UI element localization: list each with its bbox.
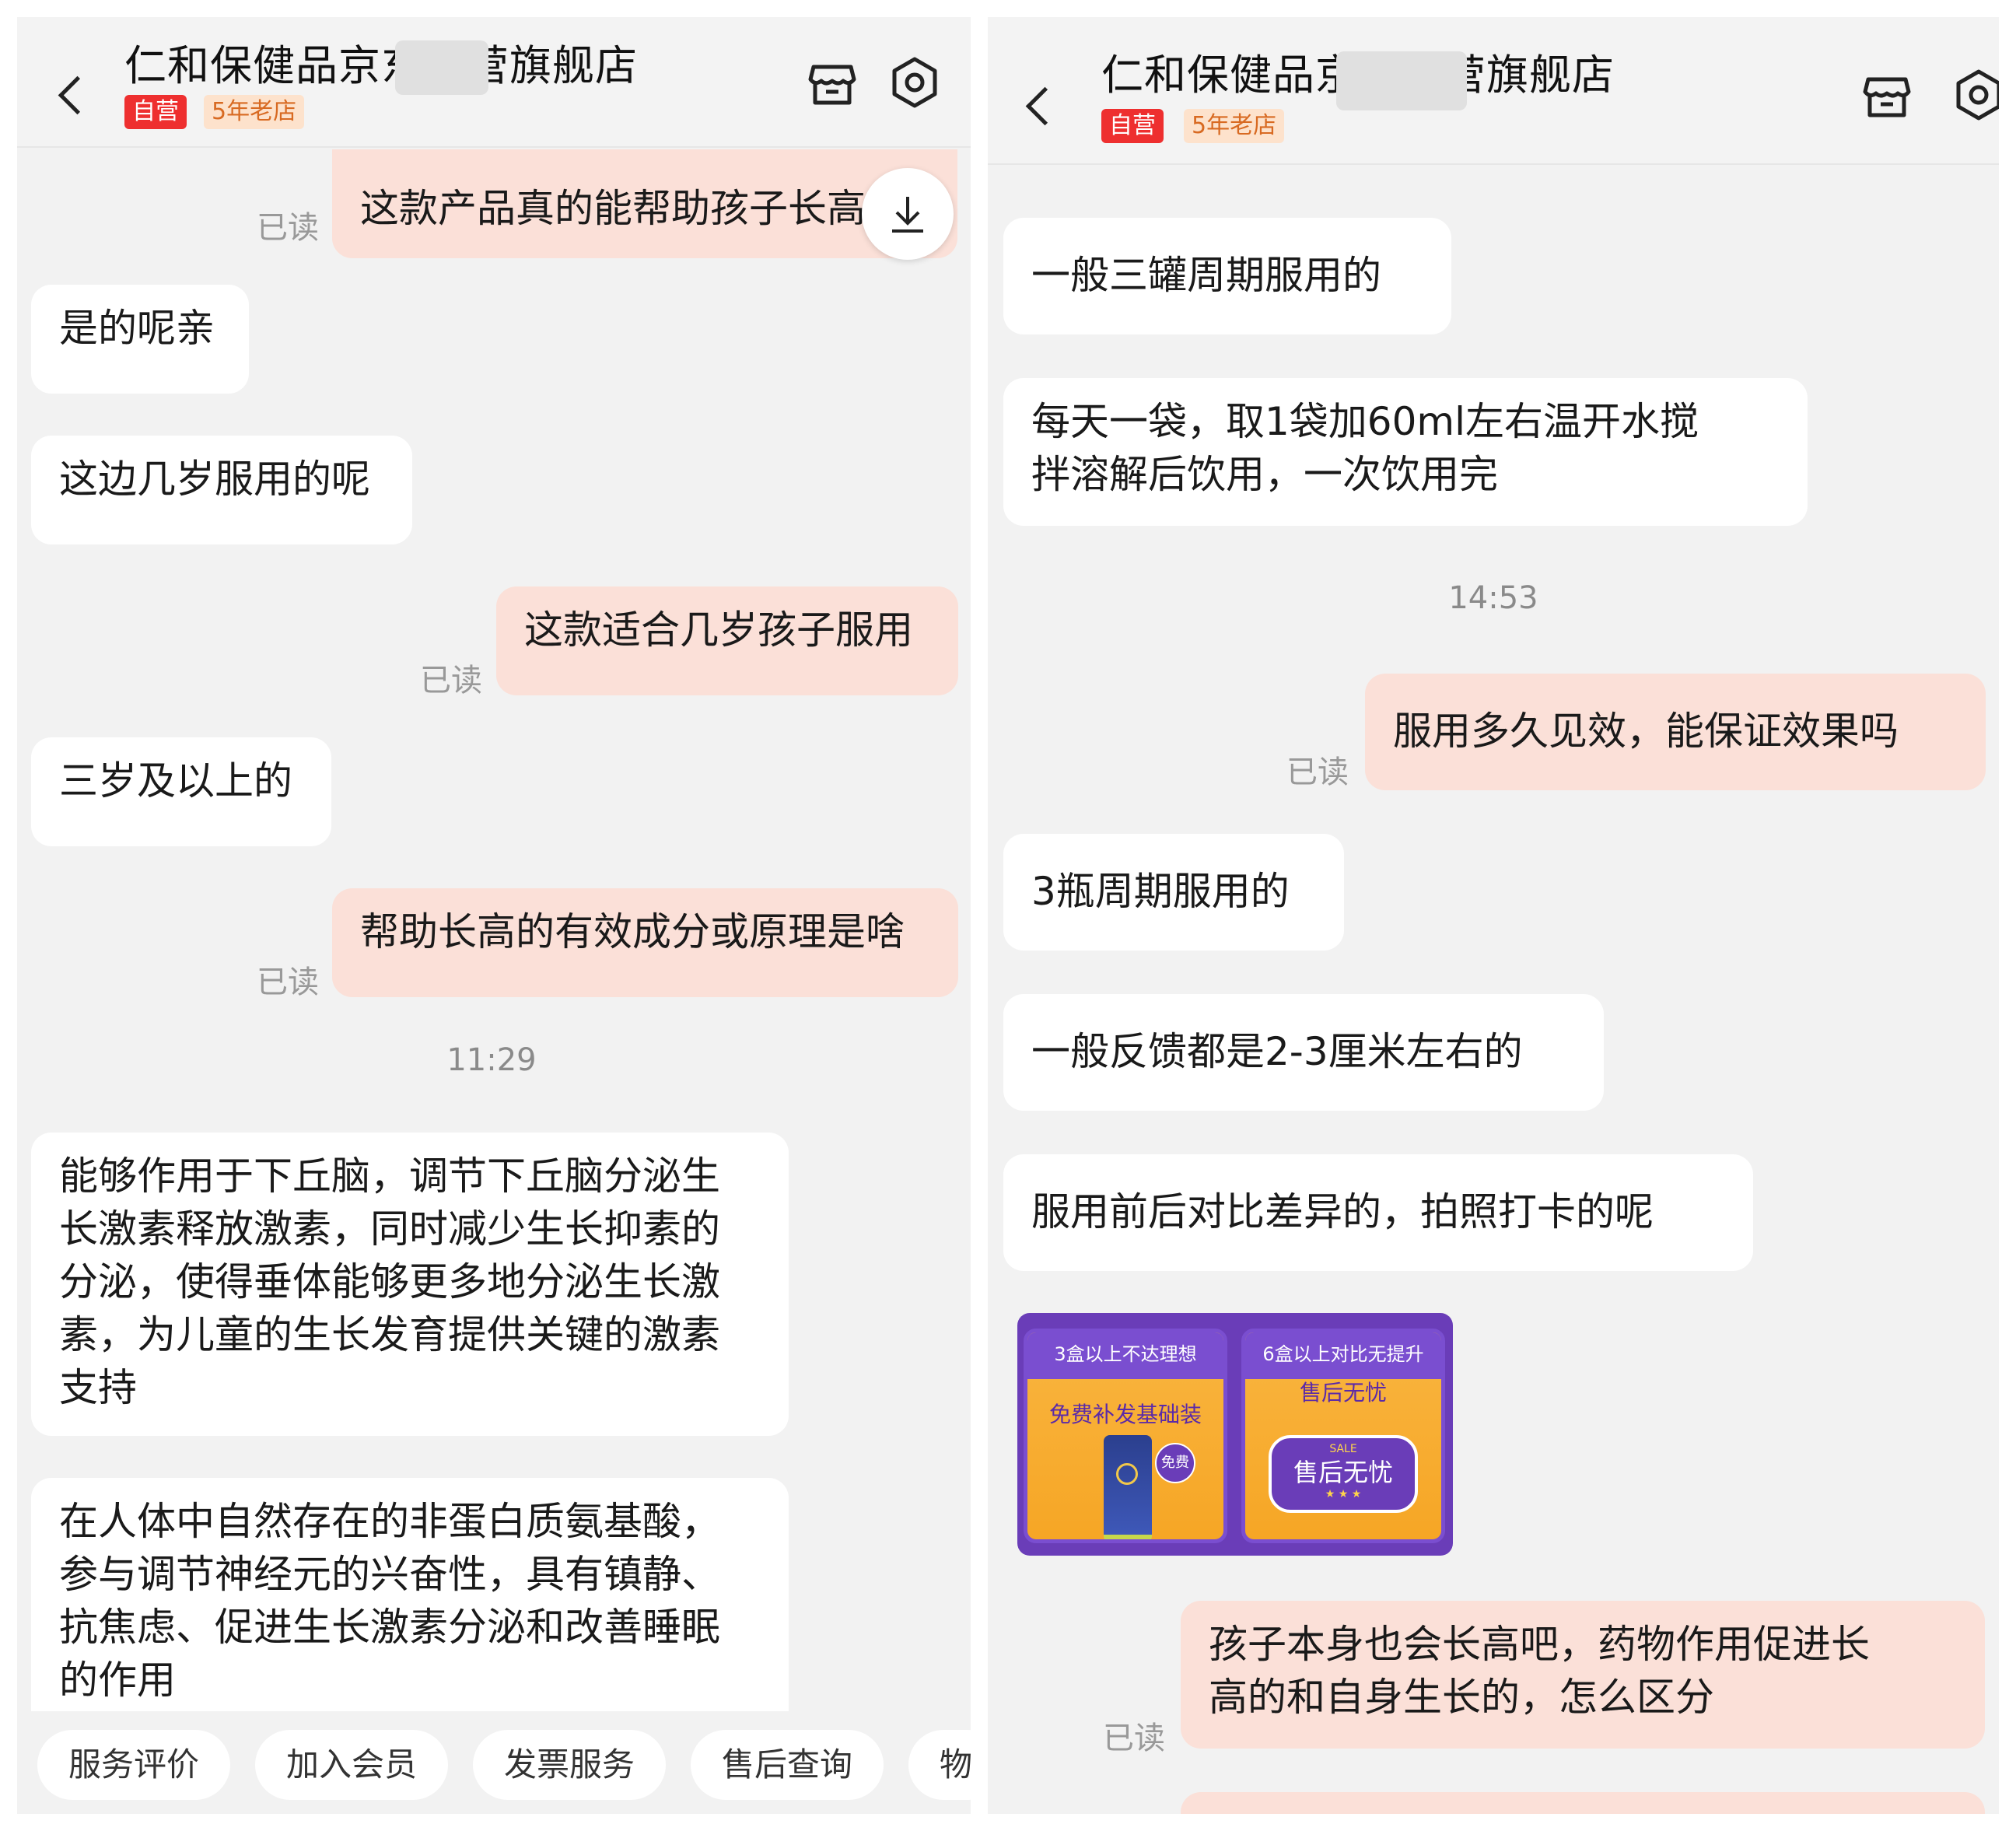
incoming-message: 一般反馈都是2-3厘米左右的 — [1003, 994, 1604, 1111]
read-status: 已读 — [420, 663, 482, 698]
promo-card-title: 6盒以上对比无提升 — [1245, 1332, 1441, 1379]
incoming-message: 一般三罐周期服用的 — [1003, 218, 1451, 334]
promo-card-refill: 3盒以上不达理想 免费补发基础装 免费 — [1024, 1329, 1227, 1543]
shop-name: 仁和保健品京东自营旗舰店 — [124, 41, 638, 90]
read-status: 已读 — [1103, 1721, 1165, 1756]
store-age-badge: 5年老店 — [204, 95, 305, 129]
read-status: 已读 — [1286, 754, 1349, 790]
privacy-blur — [395, 40, 488, 95]
back-button[interactable] — [1016, 75, 1064, 137]
incoming-message: 是的呢亲 — [31, 285, 249, 394]
download-button[interactable] — [862, 168, 954, 260]
incoming-message: 每天一袋，取1袋加60ml左右温开水搅 拌溶解后饮用，一次饮用完 — [1003, 378, 1808, 526]
outgoing-message: 帮助长高的有效成分或原理是啥 — [332, 888, 958, 997]
chat-panel-right: 仁和保健品京东自营旗舰店 自营 5年老店 一般三罐周期服用的 每天一袋，取1袋加… — [988, 17, 1999, 1814]
product-can-icon — [1104, 1435, 1152, 1539]
quick-action-bar: 服务评价 加入会员 发票服务 售后查询 物 — [17, 1711, 971, 1814]
self-operated-badge: 自营 — [124, 95, 187, 129]
sale-label: SALE — [1329, 1443, 1357, 1455]
chat-header: 仁和保健品京东自营旗舰店 自营 5年老店 — [988, 17, 1999, 165]
incoming-message: 能够作用于下丘脑，调节下丘脑分泌生 长激素释放激素，同时减少生长抑素的 分泌，使… — [31, 1133, 789, 1436]
promo-card-subtitle: 售后无忧 — [1299, 1380, 1387, 1406]
chat-header: 仁和保健品京东自营旗舰店 自营 5年老店 — [17, 17, 971, 148]
privacy-blur — [1336, 51, 1467, 110]
timestamp: 11:29 — [446, 1042, 537, 1078]
quick-action-chip[interactable]: 售后查询 — [691, 1730, 884, 1800]
store-icon[interactable] — [1857, 65, 1916, 124]
quick-action-chip[interactable]: 物 — [908, 1730, 971, 1800]
outgoing-message: 这款适合几岁孩子服用 — [496, 586, 958, 695]
settings-icon[interactable] — [885, 53, 944, 112]
chevron-left-icon — [1025, 86, 1064, 125]
promo-card-subtitle: 免费补发基础装 — [1048, 1402, 1202, 1427]
quick-action-chip[interactable]: 发票服务 — [473, 1730, 666, 1800]
ribbon-text: 售后无忧 — [1293, 1458, 1393, 1487]
settings-icon[interactable] — [1949, 65, 1999, 124]
store-age-badge: 5年老店 — [1184, 109, 1285, 143]
chat-panel-left: 仁和保健品京东自营旗舰店 自营 5年老店 这款产品真的能帮助孩子长高 已读 是的… — [17, 17, 971, 1814]
read-status: 已读 — [257, 965, 319, 1000]
incoming-message: 三岁及以上的 — [31, 737, 331, 846]
incoming-message: 在人体中自然存在的非蛋白质氨基酸， 参与调节神经元的兴奋性，具有镇静、 抗焦虑、… — [31, 1478, 789, 1735]
store-icon[interactable] — [803, 53, 862, 112]
quick-action-chip[interactable]: 加入会员 — [255, 1730, 448, 1800]
self-operated-badge: 自营 — [1101, 109, 1164, 143]
promo-card-title: 3盒以上不达理想 — [1027, 1332, 1223, 1379]
back-button[interactable] — [48, 64, 96, 126]
quick-action-chip[interactable]: 服务评价 — [37, 1730, 230, 1800]
download-icon — [892, 197, 923, 233]
outgoing-message: 服用多久见效，能保证效果吗 — [1365, 674, 1986, 790]
incoming-message: 3瓶周期服用的 — [1003, 834, 1344, 951]
star-icons: ★ ★ ★ — [1325, 1488, 1362, 1500]
product-logo-icon — [1116, 1463, 1138, 1485]
chevron-left-icon — [58, 75, 96, 114]
incoming-message: 服用前后对比差异的，拍照打卡的呢 — [1003, 1154, 1753, 1271]
timestamp: 14:53 — [1448, 580, 1538, 616]
promo-card-aftersale: 6盒以上对比无提升 售后无忧 SALE 售后无忧 ★ ★ ★ — [1241, 1329, 1445, 1543]
read-status: 已读 — [257, 210, 319, 246]
free-badge: 免费 — [1155, 1443, 1195, 1483]
incoming-message: 这边几岁服用的呢 — [31, 436, 412, 544]
sale-ribbon: SALE 售后无忧 ★ ★ ★ — [1269, 1435, 1418, 1513]
outgoing-message-partial — [1181, 1792, 1985, 1814]
promo-image-message[interactable]: 3盒以上不达理想 免费补发基础装 免费 6盒以上对比无提升 售后无忧 SALE … — [1017, 1313, 1453, 1556]
outgoing-message: 孩子本身也会长高吧，药物作用促进长 高的和自身生长的，怎么区分 — [1181, 1601, 1985, 1749]
